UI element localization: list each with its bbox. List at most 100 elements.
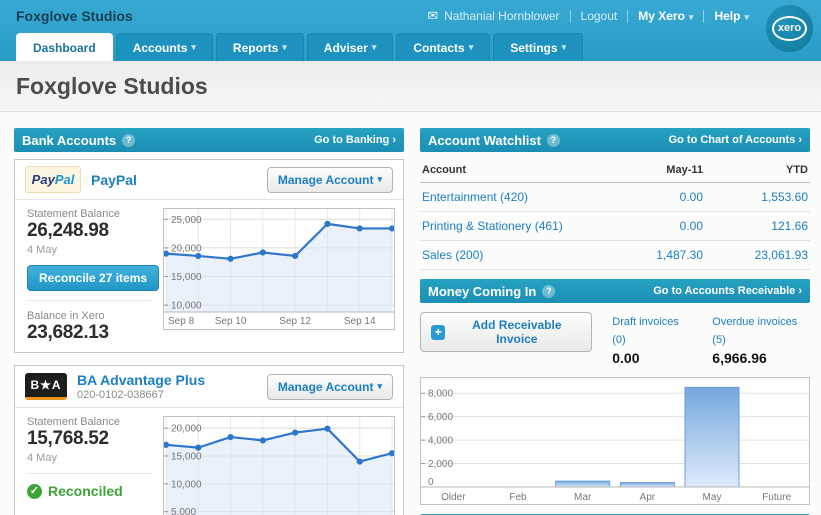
tab-adviser[interactable]: Adviser▾ xyxy=(307,33,394,61)
account-info: Statement Balance 26,248.98 4 May Reconc… xyxy=(15,200,163,352)
card-header: PayPal PayPal Manage Account▾ xyxy=(15,160,403,199)
ba-logo: B★A xyxy=(25,373,67,400)
account-name-link[interactable]: BA Advantage Plus xyxy=(77,372,205,388)
account-name-link[interactable]: PayPal xyxy=(91,172,137,188)
org-name: Foxglove Studios xyxy=(16,8,133,24)
user-menu[interactable]: Nathanial Hornblower xyxy=(444,9,559,23)
svg-text:Sep 10: Sep 10 xyxy=(215,316,247,327)
overdue-invoices-link[interactable]: Overdue invoices (5) xyxy=(712,316,797,346)
card-body: Statement Balance 15,768.52 4 May ✓Recon… xyxy=(15,407,403,515)
account-watchlist-header: Account Watchlist ? Go to Chart of Accou… xyxy=(420,128,810,152)
account-link[interactable]: Sales (200) xyxy=(422,248,483,262)
ytd-value-link[interactable]: 121.66 xyxy=(771,219,808,233)
tab-label: Reports xyxy=(233,41,278,55)
add-receivable-invoice-button[interactable]: +Add Receivable Invoice xyxy=(420,312,592,352)
help-icon[interactable]: ? xyxy=(542,285,555,298)
statement-balance-value: 26,248.98 xyxy=(27,220,163,242)
statement-balance-label: Statement Balance xyxy=(27,208,163,220)
column-account: Account xyxy=(420,158,600,183)
tab-contacts[interactable]: Contacts▾ xyxy=(396,33,490,61)
xero-logo[interactable]: xero xyxy=(766,5,813,52)
statement-balance-value: 15,768.52 xyxy=(27,428,163,450)
statement-date: 4 May xyxy=(27,452,163,464)
right-column: Account Watchlist ? Go to Chart of Accou… xyxy=(420,128,810,515)
manage-account-button[interactable]: Manage Account▾ xyxy=(267,167,393,193)
account-title-block: BA Advantage Plus 020-0102-038667 xyxy=(77,372,205,401)
chevron-down-icon: ▾ xyxy=(744,12,749,22)
paypal-logo-text: Pay xyxy=(32,172,55,187)
table-row: Sales (200) 1,487.30 23,061.93 xyxy=(420,241,810,270)
button-label: Manage Account xyxy=(278,173,374,187)
balance-in-xero-label: Balance in Xero xyxy=(27,310,163,322)
bank-account-card-paypal: PayPal PayPal Manage Account▾ Statement … xyxy=(14,159,404,353)
table-header-row: Account May-11 YTD xyxy=(420,158,810,183)
period-value-link[interactable]: 0.00 xyxy=(680,190,703,204)
chevron-down-icon: ▾ xyxy=(562,42,567,53)
tab-dashboard[interactable]: Dashboard xyxy=(16,33,113,61)
tab-settings[interactable]: Settings ▾ xyxy=(493,33,583,61)
tab-label: Dashboard xyxy=(33,41,96,55)
xero-logo-text: xero xyxy=(772,16,807,41)
tab-label: Adviser xyxy=(324,41,368,55)
svg-text:Older: Older xyxy=(441,492,466,503)
draft-invoices-link[interactable]: Draft invoices (0) xyxy=(612,316,679,346)
overdue-invoices-stat: Overdue invoices (5) 6,966.96 xyxy=(712,312,810,366)
manage-account-button[interactable]: Manage Account▾ xyxy=(267,374,393,400)
svg-text:Apr: Apr xyxy=(640,492,656,503)
my-xero-label: My Xero xyxy=(638,9,685,23)
reconcile-button[interactable]: Reconcile 27 items xyxy=(27,265,159,291)
svg-text:May: May xyxy=(703,492,722,503)
help-icon[interactable]: ? xyxy=(122,134,135,147)
tab-reports[interactable]: Reports▾ xyxy=(216,33,304,61)
section-title: Account Watchlist xyxy=(428,133,541,148)
svg-text:10,000: 10,000 xyxy=(171,479,202,490)
tab-label: Settings xyxy=(510,41,557,55)
svg-text:Mar: Mar xyxy=(574,492,592,503)
xero-dashboard: Foxglove Studios ✉ Nathanial Hornblower … xyxy=(0,0,821,515)
svg-text:15,000: 15,000 xyxy=(171,451,202,462)
go-to-chart-of-accounts-link[interactable]: Go to Chart of Accounts › xyxy=(669,134,802,146)
ba-balance-chart: 5,00010,00015,00020,000Sep 8Sep 10Sep 12… xyxy=(163,416,395,515)
divider xyxy=(27,300,151,301)
money-coming-in-chart: 02,0004,0006,0008,000OlderFebMarAprMayFu… xyxy=(420,377,810,505)
table-row: Printing & Stationery (461) 0.00 121.66 xyxy=(420,212,810,241)
logout-link[interactable]: Logout xyxy=(581,9,618,23)
go-to-accounts-receivable-link[interactable]: Go to Accounts Receivable › xyxy=(653,285,802,297)
paypal-logo-text: Pal xyxy=(55,172,75,187)
my-xero-menu[interactable]: My Xero ▾ xyxy=(638,9,693,23)
help-label: Help xyxy=(714,9,740,23)
svg-text:25,000: 25,000 xyxy=(171,215,202,226)
svg-text:8,000: 8,000 xyxy=(428,389,453,400)
chevron-down-icon: ▾ xyxy=(377,381,382,392)
help-menu[interactable]: Help ▾ xyxy=(714,9,749,23)
check-icon: ✓ xyxy=(27,484,42,499)
mail-icon[interactable]: ✉ xyxy=(427,8,438,24)
section-title: Bank Accounts xyxy=(22,133,116,148)
draft-invoices-stat: Draft invoices (0) 0.00 xyxy=(612,312,692,366)
help-icon[interactable]: ? xyxy=(547,134,560,147)
ytd-value-link[interactable]: 23,061.93 xyxy=(755,248,808,262)
go-to-banking-link[interactable]: Go to Banking › xyxy=(314,134,396,146)
chevron-down-icon: ▾ xyxy=(469,42,474,53)
svg-text:Feb: Feb xyxy=(509,492,527,503)
account-link[interactable]: Entertainment (420) xyxy=(422,190,528,204)
line-chart: 5,00010,00015,00020,000Sep 8Sep 10Sep 12… xyxy=(164,417,394,515)
money-coming-in-header: Money Coming In ? Go to Accounts Receiva… xyxy=(420,279,810,303)
chevron-down-icon: ▾ xyxy=(377,174,382,185)
money-in-actions: +Add Receivable Invoice Draft invoices (… xyxy=(420,312,810,366)
bar-chart: 02,0004,0006,0008,000OlderFebMarAprMayFu… xyxy=(421,378,809,504)
ytd-value-link[interactable]: 1,553.60 xyxy=(761,190,808,204)
svg-text:10,000: 10,000 xyxy=(171,301,202,312)
period-value-link[interactable]: 0.00 xyxy=(680,219,703,233)
svg-text:Future: Future xyxy=(762,492,791,503)
chevron-down-icon: ▾ xyxy=(689,12,694,22)
chevron-down-icon: ▾ xyxy=(191,42,196,53)
period-value-link[interactable]: 1,487.30 xyxy=(656,248,703,262)
svg-text:5,000: 5,000 xyxy=(171,507,196,515)
account-link[interactable]: Printing & Stationery (461) xyxy=(422,219,563,233)
bank-accounts-panel: Bank Accounts ? Go to Banking › PayPal P… xyxy=(14,128,404,515)
svg-text:20,000: 20,000 xyxy=(171,243,202,254)
tab-accounts[interactable]: Accounts▾ xyxy=(116,33,213,61)
bank-account-card-ba: B★A BA Advantage Plus 020-0102-038667 Ma… xyxy=(14,365,404,515)
account-info: Statement Balance 15,768.52 4 May ✓Recon… xyxy=(15,408,163,515)
